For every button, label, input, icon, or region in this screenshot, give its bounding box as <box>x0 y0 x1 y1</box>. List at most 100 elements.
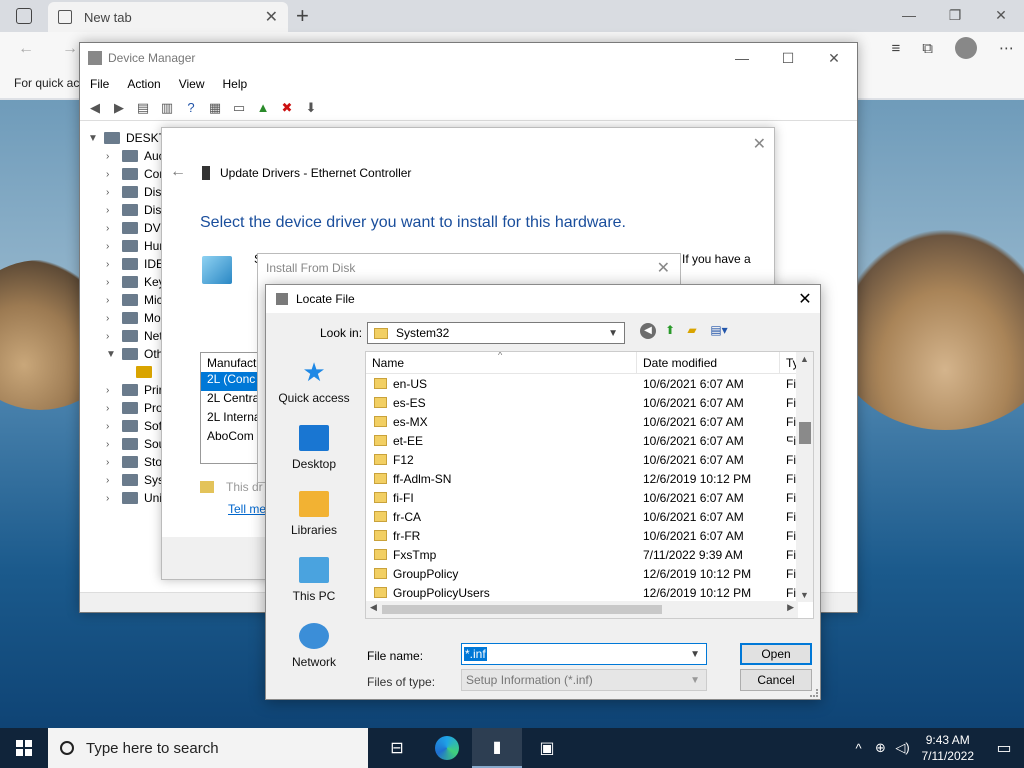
uninstall-icon[interactable]: ✖ <box>278 100 296 116</box>
device-manager-taskbar-button[interactable]: ▮ <box>472 728 522 768</box>
view-icon[interactable]: ▦ <box>206 100 224 116</box>
expand-arrow-icon[interactable]: › <box>106 187 118 198</box>
expand-arrow-icon[interactable]: › <box>106 475 118 486</box>
file-name-value[interactable]: *.inf <box>464 647 487 661</box>
scroll-up-icon[interactable]: ▲ <box>800 354 809 364</box>
menu-view[interactable]: View <box>179 77 205 91</box>
up-folder-icon[interactable]: ⬆ <box>662 323 678 339</box>
look-in-dropdown[interactable]: System32 ▼ <box>367 322 625 344</box>
back-icon[interactable]: ◀ <box>640 323 656 339</box>
place-desktop[interactable]: Desktop <box>272 425 356 485</box>
update-driver-icon[interactable]: ▲ <box>254 100 272 115</box>
edge-browser-button[interactable] <box>422 728 472 768</box>
resize-grip[interactable] <box>810 689 818 697</box>
expand-arrow-icon[interactable]: › <box>106 403 118 414</box>
manufacturer-list[interactable]: Manufact 2L (Conc 2L Centra 2L Interna A… <box>200 352 260 464</box>
file-row[interactable]: GroupPolicyUsers 12/6/2019 10:12 PM Fil <box>366 583 813 602</box>
locate-close-icon[interactable]: ✕ <box>790 289 820 309</box>
show-hidden-icons-icon[interactable]: ^ <box>848 741 870 756</box>
tree-item[interactable]: › Hun <box>106 237 166 255</box>
expand-arrow-icon[interactable]: › <box>106 259 118 270</box>
control-panel-taskbar-button[interactable]: ▣ <box>522 728 572 768</box>
tree-item[interactable]: › Cor <box>106 165 163 183</box>
notifications-icon[interactable]: ▭ <box>984 738 1024 758</box>
scroll-down-icon[interactable]: ▼ <box>800 590 809 600</box>
scan-hardware-icon[interactable]: ▭ <box>230 100 248 116</box>
cancel-button[interactable]: Cancel <box>740 669 812 691</box>
vertical-scrollbar[interactable]: ▲ ▼ <box>796 352 813 602</box>
file-row[interactable]: es-ES 10/6/2021 6:07 AM Fil <box>366 393 813 412</box>
tree-item[interactable]: › Disp <box>106 201 168 219</box>
menu-action[interactable]: Action <box>127 77 160 91</box>
restore-button[interactable]: ❐ <box>932 0 978 30</box>
horizontal-scrollbar[interactable]: ◀ ▶ <box>366 601 798 618</box>
view-menu-icon[interactable]: ▤▾ <box>706 323 732 339</box>
new-folder-icon[interactable]: ▰ <box>684 323 700 339</box>
minimize-button[interactable]: — <box>886 0 932 30</box>
open-button[interactable]: Open <box>740 643 812 665</box>
expand-arrow-icon[interactable]: › <box>106 385 118 396</box>
tree-item[interactable]: › Mic <box>106 291 163 309</box>
file-row[interactable]: F12 10/6/2021 6:07 AM Fil <box>366 450 813 469</box>
volume-icon[interactable]: ◁) <box>892 740 914 756</box>
tree-item[interactable]: › Syst <box>106 471 167 489</box>
update-close-icon[interactable]: ✕ <box>753 134 766 154</box>
tab-actions-icon[interactable] <box>16 8 32 24</box>
update-back-arrow-icon[interactable]: ← <box>170 163 186 181</box>
expand-arrow-icon[interactable]: ▼ <box>88 133 100 144</box>
tree-item[interactable] <box>132 363 158 381</box>
tell-me-link[interactable]: Tell me <box>228 502 266 516</box>
hscroll-thumb[interactable] <box>382 605 662 614</box>
dm-maximize-button[interactable]: ☐ <box>765 50 811 67</box>
expand-arrow-icon[interactable]: › <box>106 223 118 234</box>
tree-item[interactable]: › Pro <box>106 399 163 417</box>
chevron-down-icon[interactable]: ▼ <box>690 649 700 660</box>
scroll-thumb[interactable] <box>799 422 811 444</box>
menu-help[interactable]: Help <box>223 77 248 91</box>
expand-arrow-icon[interactable]: › <box>106 421 118 432</box>
network-globe-icon[interactable]: ⊕ <box>870 740 892 756</box>
browser-tab[interactable]: New tab ✕ <box>48 2 288 32</box>
file-row[interactable]: GroupPolicy 12/6/2019 10:12 PM Fil <box>366 564 813 583</box>
tree-item[interactable]: › Prir <box>106 381 163 399</box>
back-arrow-icon[interactable]: ← <box>18 40 34 58</box>
expand-arrow-icon[interactable]: › <box>106 457 118 468</box>
place-this-pc[interactable]: This PC <box>272 557 356 617</box>
tree-item[interactable]: › Net <box>106 327 163 345</box>
file-row[interactable]: fr-CA 10/6/2021 6:07 AM Fil <box>366 507 813 526</box>
expand-arrow-icon[interactable]: › <box>106 493 118 504</box>
show-hide-icon[interactable]: ▥ <box>158 100 176 116</box>
place-libraries[interactable]: Libraries <box>272 491 356 551</box>
file-row[interactable]: fr-FR 10/6/2021 6:07 AM Fil <box>366 526 813 545</box>
profile-avatar[interactable] <box>955 37 977 59</box>
close-button[interactable]: ✕ <box>978 0 1024 30</box>
install-close-icon[interactable]: ✕ <box>657 258 670 278</box>
expand-arrow-icon[interactable]: › <box>106 169 118 180</box>
tree-item[interactable]: › Key <box>106 273 165 291</box>
tree-item[interactable]: › Disl <box>106 183 164 201</box>
tree-item[interactable]: ▼ Oth <box>106 345 163 363</box>
manufacturer-item[interactable]: 2L (Conc <box>201 372 259 391</box>
expand-arrow-icon[interactable]: › <box>106 313 118 324</box>
tree-item[interactable]: › IDE <box>106 255 164 273</box>
tree-item[interactable]: › Stor <box>106 453 166 471</box>
expand-arrow-icon[interactable]: › <box>106 205 118 216</box>
close-tab-icon[interactable]: ✕ <box>265 7 278 27</box>
manufacturer-item[interactable]: AboCom <box>201 429 259 448</box>
dm-close-button[interactable]: ✕ <box>811 50 857 67</box>
expand-arrow-icon[interactable]: › <box>106 439 118 450</box>
scroll-left-icon[interactable]: ◀ <box>370 602 377 613</box>
scroll-right-icon[interactable]: ▶ <box>787 602 794 613</box>
expand-arrow-icon[interactable]: › <box>106 241 118 252</box>
file-row[interactable]: es-MX 10/6/2021 6:07 AM Fil <box>366 412 813 431</box>
chevron-down-icon[interactable]: ▼ <box>608 328 618 339</box>
column-date-modified[interactable]: Date modified <box>637 352 780 373</box>
expand-arrow-icon[interactable]: › <box>106 277 118 288</box>
tree-item[interactable]: › Sou <box>106 435 165 453</box>
chevron-down-icon[interactable]: ▼ <box>690 675 700 686</box>
forward-icon[interactable]: ▶ <box>110 100 128 116</box>
place-quick-access[interactable]: ★ Quick access <box>272 359 356 419</box>
place-network[interactable]: Network <box>272 623 356 683</box>
task-view-icon[interactable]: ⊟ <box>372 728 422 768</box>
file-row[interactable]: en-US 10/6/2021 6:07 AM Fil <box>366 374 813 393</box>
